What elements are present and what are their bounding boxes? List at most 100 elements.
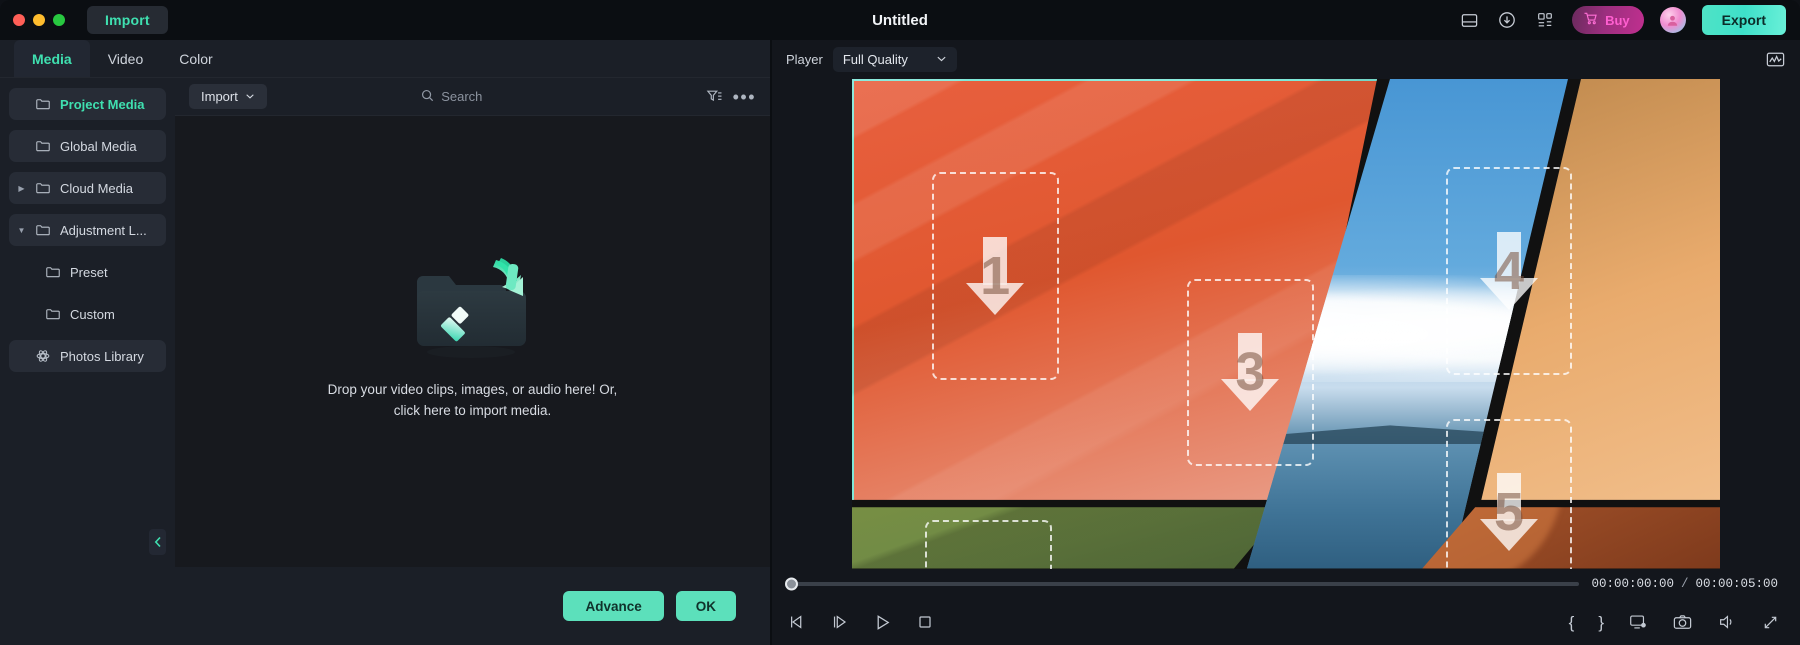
folder-icon [45,264,61,280]
slot-number: 3 [1235,342,1266,403]
more-options-icon[interactable]: ••• [733,88,756,106]
waveform-scope-icon[interactable] [1765,49,1786,70]
previous-frame-icon[interactable] [788,612,808,632]
media-toolbar: Import Search ••• [175,78,770,116]
play-icon[interactable] [872,612,893,633]
buy-label: Buy [1605,12,1630,28]
folder-icon [45,306,61,322]
dialog-tabs: Media Video Color [0,40,770,78]
player-panel: Player Full Quality 1 3 4 5 00:00:00:00 … [772,40,1800,645]
folder-icon [35,96,51,112]
import-label: Import [201,89,238,104]
minimize-window-button[interactable] [33,14,45,26]
folder-import-icon [397,246,547,364]
titlebar-actions: Buy Export [1458,5,1800,35]
import-dropdown-button[interactable]: Import [189,84,267,109]
scrubber-handle[interactable] [785,577,798,591]
import-button-titlebar[interactable]: Import [87,6,168,34]
chevron-down-icon[interactable]: ▼ [17,226,26,235]
player-stage: 1 2 3 [772,78,1800,569]
maximize-window-button[interactable] [53,14,65,26]
mark-in-icon[interactable]: { [1569,614,1575,631]
sidebar-item-label: Photos Library [60,348,144,364]
sidebar-item-adjustment-layer[interactable]: ▼ Adjustment L... [9,214,166,246]
search-field[interactable] [277,89,696,105]
sidebar-item-custom[interactable]: Custom [37,298,166,330]
preview-drop-slot-1[interactable]: 1 [931,171,1059,380]
filter-sort-icon[interactable] [706,88,723,105]
stop-icon[interactable] [915,612,935,632]
player-label: Player [786,51,823,67]
sidebar-item-label: Project Media [60,96,145,112]
preview-drop-slot-3[interactable]: 3 [1187,279,1314,466]
tab-media[interactable]: Media [14,40,90,77]
sidebar-item-label: Cloud Media [60,180,133,196]
fullscreen-icon[interactable] [1761,613,1780,632]
cart-icon [1583,11,1598,29]
sidebar-item-label: Adjustment L... [60,222,147,238]
render-preview-icon[interactable] [1628,612,1648,632]
export-button[interactable]: Export [1701,5,1786,35]
monitor-icon[interactable] [1458,9,1480,31]
chevron-down-icon [245,89,255,104]
search-input[interactable] [441,89,552,104]
next-frame-icon[interactable] [830,612,850,632]
media-content-area: Import Search ••• Drop your video clips,… [175,78,770,645]
ok-button[interactable]: OK [675,591,736,621]
dropzone-inner: Drop your video clips, images, or audio … [328,246,618,422]
quality-select[interactable]: Full Quality [832,46,957,72]
sidebar-item-global-media[interactable]: Global Media [9,130,166,162]
current-timecode: 00:00:00:00 [1591,577,1674,591]
slot-number: 4 [1494,240,1525,301]
sidebar-collapse-button[interactable] [149,529,166,555]
cloud-download-icon[interactable] [1496,9,1518,31]
timeline-scrubber[interactable] [785,577,1580,591]
close-window-button[interactable] [13,14,25,26]
tab-video[interactable]: Video [90,40,162,77]
volume-icon[interactable] [1717,612,1737,632]
slot-number: 1 [980,245,1011,306]
preview-drop-slot-2[interactable]: 2 [924,519,1052,569]
sidebar-item-preset[interactable]: Preset [37,256,166,288]
player-controls-right: { } [1569,612,1780,633]
buy-button[interactable]: Buy [1572,6,1644,34]
dropzone-line-2: click here to import media. [393,402,552,418]
title-bar: Import Untitled Buy Export [0,0,1800,40]
sidebar-item-label: Custom [70,306,115,322]
sidebar-item-photos-library[interactable]: Photos Library [9,340,166,372]
quality-value: Full Quality [842,51,908,67]
media-sidebar: Project Media Global Media ▶ Cloud Media… [0,78,175,645]
video-preview[interactable]: 1 2 3 [852,78,1720,569]
dropzone-line-1: Drop your video clips, images, or audio … [327,381,618,397]
preview-drop-slot-5[interactable]: 5 [1445,419,1573,569]
tab-color[interactable]: Color [161,40,230,77]
window-traffic-lights [0,14,65,26]
timecode-separator: / [1680,577,1689,591]
sidebar-item-project-media[interactable]: Project Media [9,88,166,120]
snapshot-camera-icon[interactable] [1672,612,1693,633]
player-controls: { } [772,599,1800,645]
grid-apps-icon[interactable] [1534,9,1556,31]
folder-icon [35,138,51,154]
player-scrubber-row: 00:00:00:00 / 00:00:05:00 [772,569,1800,599]
player-header: Player Full Quality [772,40,1800,78]
preview-drop-slot-4[interactable]: 4 [1445,166,1573,375]
avatar[interactable] [1659,7,1686,33]
sidebar-item-label: Preset [70,264,108,280]
photos-icon [35,348,51,364]
media-dropzone[interactable]: Drop your video clips, images, or audio … [175,116,770,567]
search-icon [421,89,434,105]
sidebar-item-label: Global Media [60,138,137,154]
timecode-display: 00:00:00:00 / 00:00:05:00 [1591,577,1778,591]
sidebar-item-cloud-media[interactable]: ▶ Cloud Media [9,172,166,204]
folder-icon [35,180,51,196]
media-dialog-panel: Media Video Color Project Media Global M… [0,40,772,645]
folder-icon [35,222,51,238]
dialog-footer: Advance OK [175,567,770,645]
app-body: Media Video Color Project Media Global M… [0,40,1800,645]
chevron-right-icon[interactable]: ▶ [17,184,26,193]
advance-button[interactable]: Advance [563,591,664,621]
chevron-down-icon [936,52,947,67]
dropzone-text: Drop your video clips, images, or audio … [328,380,618,422]
mark-out-icon[interactable]: } [1598,614,1604,631]
